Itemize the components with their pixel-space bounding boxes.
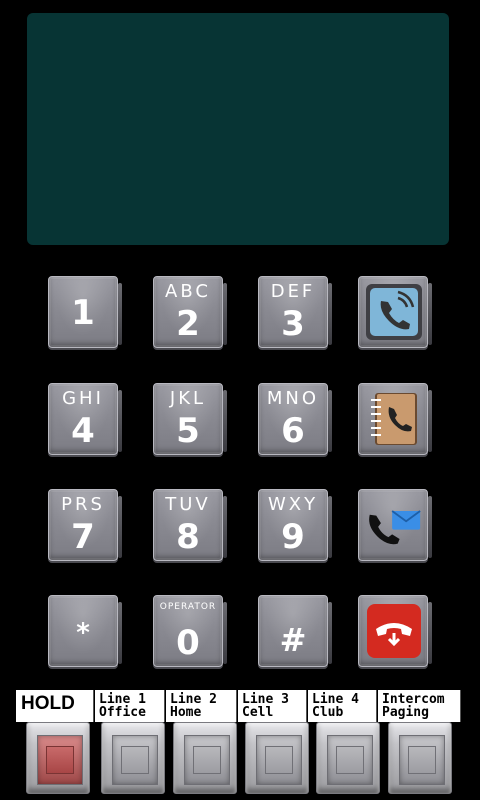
key-digit: 2 xyxy=(176,304,200,344)
key-4[interactable]: GHI 4 xyxy=(48,383,122,455)
key-digit: 3 xyxy=(281,304,305,344)
line-4-button[interactable] xyxy=(316,722,380,794)
voicemail-icon xyxy=(366,497,422,553)
intercom-label: Intercom Paging xyxy=(378,690,461,722)
key-letters: ABC xyxy=(165,281,211,302)
key-digit: 8 xyxy=(176,517,200,557)
key-digit: * xyxy=(76,618,90,648)
key-digit: 6 xyxy=(281,411,305,451)
line-2-label: Line 2 Home xyxy=(166,690,237,722)
button-cap xyxy=(184,735,230,785)
line-label-sub: Home xyxy=(170,705,202,720)
phonebook-button[interactable] xyxy=(358,383,432,455)
key-letters: GHI xyxy=(62,388,104,409)
hold-button[interactable] xyxy=(26,722,90,794)
voicemail-button[interactable] xyxy=(358,489,432,561)
key-letters: PRS xyxy=(61,494,105,515)
intercom-button[interactable] xyxy=(388,722,452,794)
hold-label-text: HOLD xyxy=(21,693,75,714)
key-digit: 7 xyxy=(71,517,95,557)
button-cap xyxy=(256,735,302,785)
line-label-sub: Cell xyxy=(242,705,274,720)
line-3-button[interactable] xyxy=(245,722,309,794)
key-letters: MNO xyxy=(266,388,320,409)
line-label-sub: Paging xyxy=(382,705,429,720)
key-letters: TUV xyxy=(165,494,211,515)
key-5[interactable]: JKL 5 xyxy=(153,383,227,455)
key-digit: 0 xyxy=(176,623,200,663)
line-3-label: Line 3 Cell xyxy=(238,690,307,722)
line-label-sub: Office xyxy=(99,705,146,720)
key-6[interactable]: MNO 6 xyxy=(258,383,332,455)
key-9[interactable]: WXY 9 xyxy=(258,489,332,561)
button-cap xyxy=(327,735,373,785)
key-digit: # xyxy=(279,621,307,659)
key-letters: DEF xyxy=(270,281,316,302)
call-display-screen xyxy=(27,13,449,245)
button-cap xyxy=(399,735,445,785)
button-cap xyxy=(37,735,83,785)
line-1-label: Line 1 Office xyxy=(95,690,165,722)
phonebook-icon xyxy=(366,391,422,447)
key-star[interactable]: * xyxy=(48,595,122,667)
key-letters: WXY xyxy=(267,494,319,515)
line-label-sub: Club xyxy=(312,705,344,720)
line-2-button[interactable] xyxy=(173,722,237,794)
key-digit: 9 xyxy=(281,517,305,557)
call-icon xyxy=(366,284,422,340)
key-digit: 5 xyxy=(176,411,200,451)
key-3[interactable]: DEF 3 xyxy=(258,276,332,348)
key-letters: JKL xyxy=(169,388,207,409)
hangup-button[interactable] xyxy=(358,595,432,667)
line-4-label: Line 4 Club xyxy=(308,690,377,722)
line-1-button[interactable] xyxy=(101,722,165,794)
key-letters: OPERATOR xyxy=(159,602,217,612)
hold-label: HOLD xyxy=(16,690,94,722)
call-button[interactable] xyxy=(358,276,432,348)
hangup-icon xyxy=(366,603,422,659)
key-digit: 4 xyxy=(71,411,95,451)
button-cap xyxy=(112,735,158,785)
key-hash[interactable]: # xyxy=(258,595,332,667)
key-0[interactable]: OPERATOR 0 xyxy=(153,595,227,667)
key-7[interactable]: PRS 7 xyxy=(48,489,122,561)
key-8[interactable]: TUV 8 xyxy=(153,489,227,561)
key-digit: 1 xyxy=(71,293,95,333)
key-2[interactable]: ABC 2 xyxy=(153,276,227,348)
key-1[interactable]: 1 xyxy=(48,276,122,348)
